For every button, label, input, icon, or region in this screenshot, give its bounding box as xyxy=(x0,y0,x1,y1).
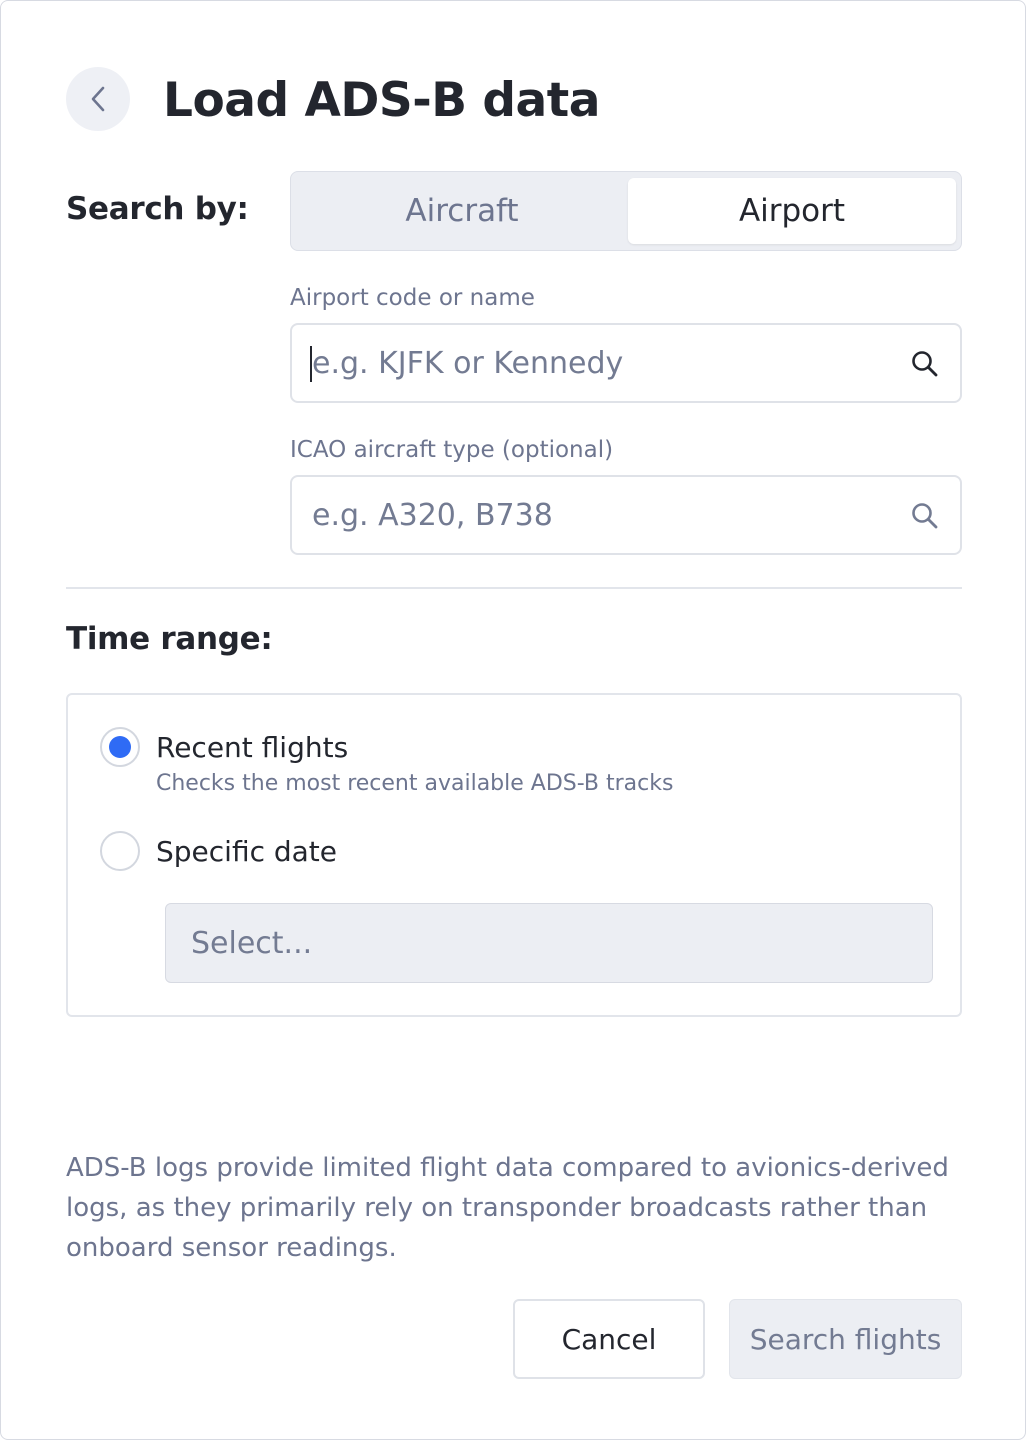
aircraft-type-input[interactable] xyxy=(312,477,892,553)
time-range-label: Time range: xyxy=(66,621,273,657)
search-by-segmented-control: Aircraft Airport xyxy=(290,171,962,251)
aircraft-type-field-label: ICAO aircraft type (optional) xyxy=(290,437,614,463)
time-range-box: Recent flights Checks the most recent av… xyxy=(66,693,962,1017)
search-flights-button[interactable]: Search flights xyxy=(729,1299,962,1379)
search-icon[interactable] xyxy=(910,349,940,379)
segment-airport[interactable]: Airport xyxy=(628,178,956,244)
recent-flights-label[interactable]: Recent flights xyxy=(156,731,348,764)
segment-aircraft[interactable]: Aircraft xyxy=(297,178,627,244)
airport-search-input[interactable] xyxy=(312,325,892,401)
page-title: Load ADS-B data xyxy=(163,73,600,128)
back-button[interactable] xyxy=(66,67,130,131)
airport-field-label: Airport code or name xyxy=(290,285,535,311)
aircraft-type-input-wrapper xyxy=(290,475,962,555)
recent-flights-description: Checks the most recent available ADS-B t… xyxy=(156,771,674,796)
date-select[interactable]: Select... xyxy=(165,903,933,983)
radio-specific-date[interactable] xyxy=(100,831,140,871)
adsb-disclaimer-text: ADS-B logs provide limited flight data c… xyxy=(66,1153,949,1263)
load-adsb-dialog: Load ADS-B data Search by: Aircraft Airp… xyxy=(0,0,1026,1440)
search-icon[interactable] xyxy=(910,501,940,531)
specific-date-label[interactable]: Specific date xyxy=(156,835,337,868)
search-by-label: Search by: xyxy=(66,191,249,227)
cancel-button[interactable]: Cancel xyxy=(513,1299,705,1379)
airport-input-wrapper xyxy=(290,323,962,403)
radio-recent-flights[interactable] xyxy=(100,727,140,767)
section-divider xyxy=(66,587,962,589)
chevron-left-icon xyxy=(91,86,105,112)
